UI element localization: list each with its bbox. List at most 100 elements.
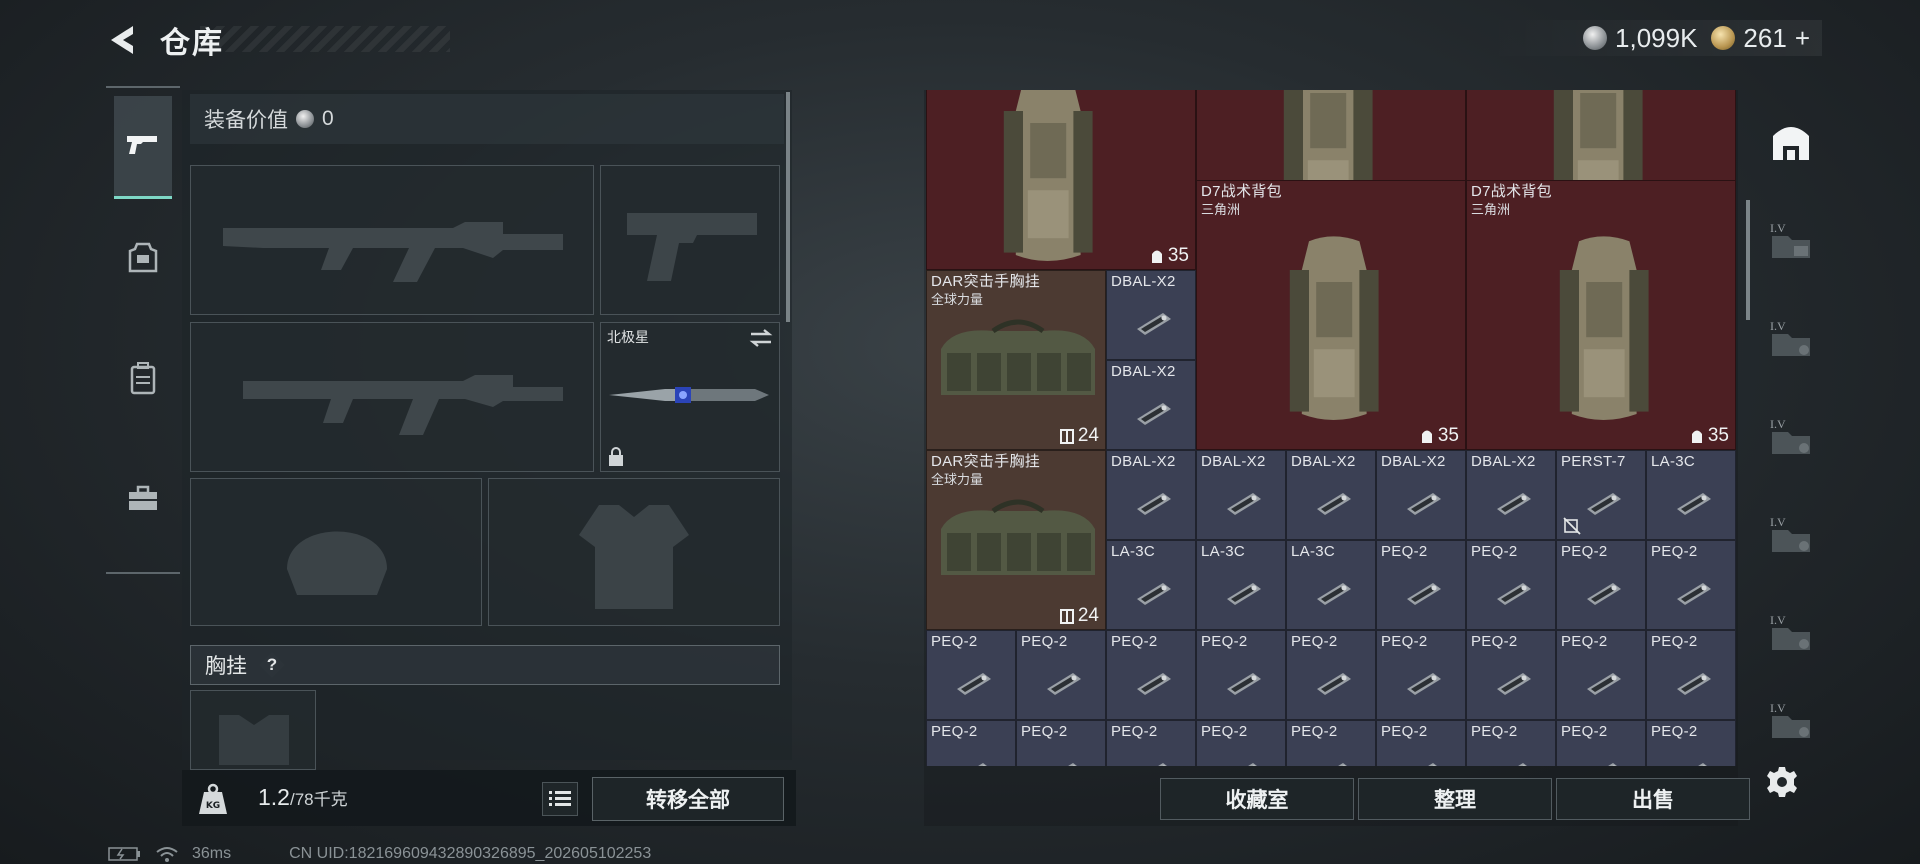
capacity-icon — [1151, 250, 1162, 263]
item-count-value: 35 — [1707, 425, 1729, 446]
tab-weapons[interactable] — [114, 96, 172, 199]
stash-tab-all[interactable] — [1760, 102, 1822, 182]
stash-item-attachment[interactable]: PEQ-2 — [1376, 630, 1466, 720]
stash-item-attachment[interactable]: PEQ-2 — [1376, 720, 1466, 766]
body-armor-slot[interactable] — [488, 478, 780, 626]
folder-icon: I.V — [1770, 701, 1810, 738]
briefcase-icon — [129, 485, 157, 510]
coin-value: 1,099K — [1615, 22, 1698, 53]
stash-item-dar-chest-rig[interactable]: DAR突击手胸挂 全球力量 24 — [926, 450, 1106, 630]
stash-item-attachment[interactable]: PEQ-2 — [1556, 720, 1646, 766]
stash-tab-iv-2[interactable]: I.V — [1760, 298, 1822, 378]
stash-item-attachment[interactable]: LA-3C — [1196, 540, 1286, 630]
stash-tab-iv-4[interactable]: I.V — [1760, 494, 1822, 574]
stash-item-attachment[interactable]: PEQ-2 — [1646, 630, 1736, 720]
stash-item-attachment[interactable]: DBAL-X2 — [1376, 450, 1466, 540]
stash-item-attachment[interactable]: PEQ-2 — [1376, 540, 1466, 630]
wifi-icon — [156, 847, 178, 862]
stash-item-attachment[interactable]: PEQ-2 — [1556, 540, 1646, 630]
item-name: DBAL-X2 — [1381, 453, 1446, 470]
rig-silhouette-icon — [219, 715, 289, 765]
weight-icon: KG — [196, 782, 230, 816]
rifle-silhouette-icon — [243, 375, 563, 435]
primary-weapon-slot[interactable] — [190, 165, 594, 315]
stash-item-attachment[interactable]: PERST-7 — [1556, 450, 1646, 540]
attachment-icon — [1518, 763, 1527, 766]
svg-text:I.V: I.V — [1770, 417, 1786, 431]
tab-helmet-armor[interactable] — [114, 208, 172, 308]
melee-slot[interactable]: 北极星 — [600, 322, 780, 472]
stash-item-attachment[interactable]: PEQ-2 — [1646, 540, 1736, 630]
item-name: PERST-7 — [1561, 453, 1626, 470]
stash-item-attachment[interactable]: DBAL-X2 — [1196, 450, 1286, 540]
secondary-weapon-slot[interactable] — [190, 322, 594, 472]
stash-item-attachment[interactable]: PEQ-2 — [1106, 720, 1196, 766]
stash-item-attachment[interactable]: LA-3C — [1646, 450, 1736, 540]
stash-item-attachment[interactable]: DBAL-X2 — [1106, 360, 1196, 450]
tab-backpack[interactable] — [114, 328, 172, 428]
stash-item-attachment[interactable]: PEQ-2 — [1646, 720, 1736, 766]
stash-item-backpack[interactable]: 35 — [926, 90, 1196, 270]
attachment-icon — [1068, 763, 1077, 766]
item-name: PEQ-2 — [931, 633, 978, 650]
back-button[interactable] — [104, 20, 144, 60]
stash-item-attachment[interactable]: PEQ-2 — [1196, 720, 1286, 766]
stash-scrollbar[interactable] — [1746, 200, 1750, 320]
stash-item-attachment[interactable]: PEQ-2 — [926, 720, 1016, 766]
sell-button[interactable]: 出售 — [1556, 778, 1750, 820]
chest-rig-slot[interactable] — [190, 690, 316, 770]
token-balance[interactable]: 261 + — [1711, 23, 1810, 54]
lock-icon — [609, 447, 623, 466]
stash-item-attachment[interactable]: DBAL-X2 — [1106, 270, 1196, 360]
weight-max: /78千克 — [289, 790, 348, 809]
helmet-slot[interactable] — [190, 478, 482, 626]
stash-item-attachment[interactable]: DBAL-X2 — [1286, 450, 1376, 540]
stash-item-attachment[interactable]: PEQ-2 — [1466, 540, 1556, 630]
pistol-slot[interactable] — [600, 165, 780, 315]
stash-item-attachment[interactable]: DBAL-X2 — [1466, 450, 1556, 540]
stash-item-attachment[interactable]: PEQ-2 — [926, 630, 1016, 720]
stash-item-attachment[interactable]: PEQ-2 — [1466, 630, 1556, 720]
stash-item-attachment[interactable]: PEQ-2 — [1286, 720, 1376, 766]
list-view-button[interactable] — [542, 782, 578, 816]
attachment-icon — [1137, 673, 1171, 695]
stash-tab-iv-5[interactable]: I.V — [1760, 592, 1822, 672]
stash-item-attachment[interactable]: PEQ-2 — [1106, 630, 1196, 720]
stash-item-attachment[interactable]: PEQ-2 — [1466, 720, 1556, 766]
transfer-all-button[interactable]: 转移全部 — [592, 777, 784, 821]
add-token-button[interactable]: + — [1795, 23, 1810, 54]
organize-button[interactable]: 整理 — [1358, 778, 1552, 820]
equipment-scrollbar[interactable] — [786, 92, 790, 322]
stash-item-attachment[interactable]: PEQ-2 — [1286, 630, 1376, 720]
collection-room-button[interactable]: 收藏室 — [1160, 778, 1354, 820]
swap-icon[interactable] — [749, 327, 773, 349]
stash-item-attachment[interactable]: PEQ-2 — [1016, 720, 1106, 766]
page-title: 仓库 — [160, 27, 224, 60]
capacity-icon — [1421, 430, 1432, 443]
stash-tab-iv-3[interactable]: I.V — [1760, 396, 1822, 476]
folder-icon: I.V — [1770, 221, 1810, 258]
item-brand: 全球力量 — [931, 472, 984, 487]
stash-item-attachment[interactable]: LA-3C — [1286, 540, 1376, 630]
help-button[interactable]: ? — [259, 652, 285, 678]
chest-rig-label: 胸挂 — [205, 655, 247, 678]
stash-item-attachment[interactable]: PEQ-2 — [1016, 630, 1106, 720]
stash-item-d7-backpack[interactable]: D7战术背包 三角洲 35 — [1466, 180, 1736, 450]
stash-tab-iv-6[interactable]: I.V — [1760, 680, 1822, 760]
item-name: PEQ-2 — [1021, 633, 1068, 650]
stash-item-attachment[interactable]: LA-3C — [1106, 540, 1196, 630]
attachment-icon — [1137, 493, 1171, 515]
folder-icon: I.V — [1770, 515, 1810, 552]
stash-item-attachment[interactable]: PEQ-2 — [1196, 630, 1286, 720]
stash-tab-iv-1[interactable]: I.V — [1760, 200, 1822, 280]
tab-case[interactable] — [114, 448, 172, 548]
stash-item-attachment[interactable]: DBAL-X2 — [1106, 450, 1196, 540]
stash-item-dar-chest-rig[interactable]: DAR突击手胸挂 全球力量 24 — [926, 270, 1106, 450]
stash-item-attachment[interactable]: PEQ-2 — [1556, 630, 1646, 720]
slots-icon — [1059, 429, 1074, 444]
settings-button[interactable] — [1762, 762, 1802, 802]
stash-item-d7-backpack[interactable]: D7战术背包 三角洲 35 — [1196, 180, 1466, 450]
attachment-icon — [1137, 403, 1171, 425]
item-name: PEQ-2 — [1651, 723, 1698, 740]
attachment-icon — [1407, 673, 1441, 695]
